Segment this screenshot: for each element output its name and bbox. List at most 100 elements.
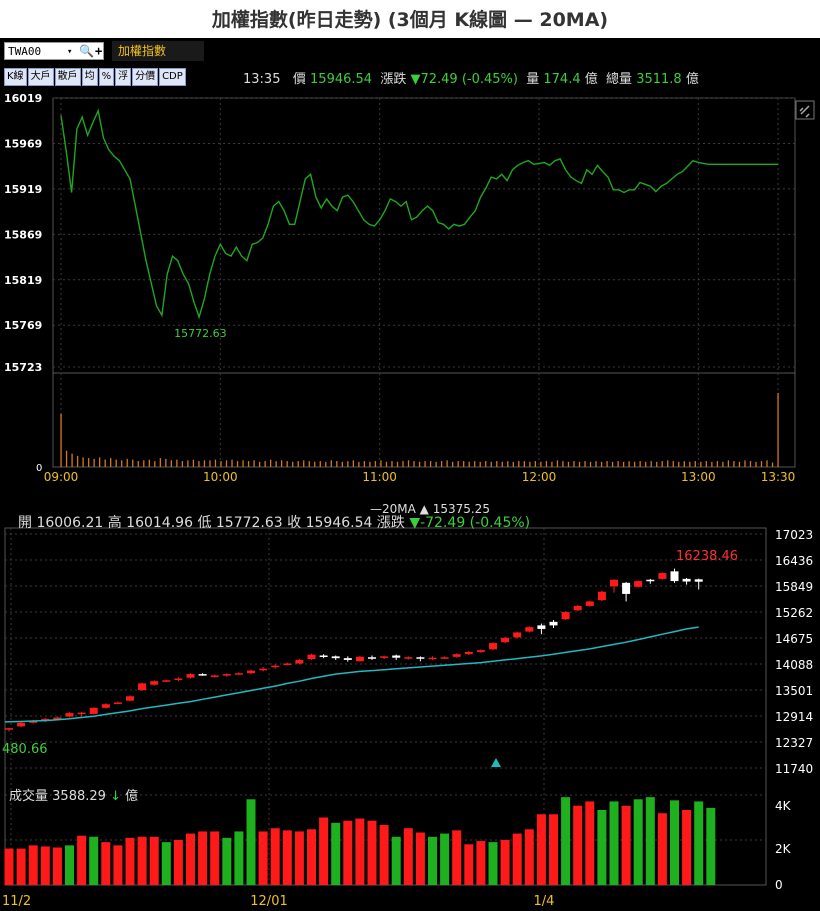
- candle-body: [271, 665, 280, 668]
- volume-bar: [567, 461, 570, 467]
- candle-body: [210, 675, 219, 677]
- candle-body: [646, 579, 655, 582]
- candle-body: [501, 637, 510, 643]
- volume-bar: [744, 460, 746, 467]
- y-tick-label: 15869: [4, 228, 42, 241]
- volume-bar: [341, 461, 343, 467]
- volume-bar: [396, 461, 399, 467]
- volume-bar: [727, 460, 730, 467]
- volume-bar: [391, 461, 393, 467]
- x-tick-label: 11:00: [362, 470, 397, 484]
- volume-bar: [308, 461, 310, 467]
- volume-bar: [457, 461, 459, 467]
- candle-body: [573, 605, 582, 611]
- kline-panel: 17023 16436 15849 15262 14675 14088 13501 12914…: [0, 490, 820, 911]
- volume-bar: [597, 810, 607, 885]
- candle-body: [537, 625, 546, 629]
- candle-body: [77, 712, 86, 715]
- volume-bar: [634, 461, 636, 467]
- volume-bar: [132, 459, 134, 467]
- volume-bar: [374, 461, 377, 467]
- volume-bar: [209, 460, 211, 467]
- candle-body: [162, 680, 171, 682]
- volume-bar: [589, 461, 592, 467]
- volume-bar: [766, 460, 768, 467]
- volume-bar: [523, 461, 525, 467]
- candle-body: [17, 722, 26, 727]
- volume-bar: [667, 460, 669, 467]
- y-tick-label: 12327: [775, 736, 813, 750]
- high-mark-label: 16238.46: [676, 549, 738, 564]
- candle-body: [622, 582, 631, 594]
- volume-bar: [121, 460, 123, 467]
- volume-bar: [485, 461, 487, 467]
- volume-bar: [275, 461, 277, 467]
- volume-bar: [633, 799, 643, 885]
- volume-bar: [617, 461, 619, 467]
- volume-bar: [319, 817, 329, 885]
- volume-bar: [700, 461, 702, 467]
- volume-bar: [689, 461, 691, 467]
- candle-body: [89, 707, 98, 714]
- volume-bar: [556, 460, 559, 467]
- volume-bar: [609, 801, 619, 885]
- volume-bar: [512, 461, 514, 467]
- volume-bar: [403, 828, 413, 885]
- candle-body: [416, 657, 425, 659]
- volume-bar: [573, 805, 583, 885]
- volume-bar: [99, 457, 101, 467]
- volume-bar: [28, 845, 38, 885]
- volume-bar: [76, 455, 79, 467]
- price-line: [60, 108, 778, 320]
- volume-bar: [52, 847, 62, 885]
- volume-bar: [231, 459, 233, 467]
- volume-bar: [303, 460, 305, 467]
- volume-bar: [683, 461, 685, 467]
- volume-bar: [4, 848, 14, 885]
- volume-bar: [463, 461, 465, 467]
- candle-body: [489, 643, 497, 650]
- volume-bar: [173, 840, 183, 885]
- down-arrow-icon: ↓: [110, 789, 121, 804]
- volume-bar: [236, 461, 239, 467]
- volume-bar: [755, 461, 757, 467]
- x-tick-label: 10:00: [203, 470, 238, 484]
- volume-bar: [101, 842, 111, 885]
- intraday-panel: TWA00 ▾ 🔍 + 加權指數 K線 大戶 散戶 均 % 浮 分價 CDP 1…: [0, 38, 820, 490]
- volume-bar: [682, 810, 692, 885]
- link-icon[interactable]: [795, 100, 815, 120]
- close-label: 收: [287, 515, 302, 531]
- intraday-chart: 16019 15969 15919 15869 15819 15769 15723 09:00…: [4, 92, 815, 484]
- candle-body: [476, 650, 485, 652]
- volume-bar: [694, 801, 704, 885]
- x-tick-label: 1/4: [534, 894, 555, 909]
- volume-bar: [369, 461, 371, 467]
- volume-bar: [292, 461, 294, 467]
- volume-bar: [760, 461, 763, 467]
- volume-bar: [738, 461, 741, 467]
- volume-bar: [264, 461, 266, 467]
- volume-bar: [716, 461, 719, 467]
- volume-bar: [65, 845, 74, 885]
- volume-bar: [363, 461, 366, 467]
- volume-bar: [628, 461, 630, 467]
- volume-bar: [137, 836, 147, 885]
- volume-bar: [561, 797, 571, 885]
- volume-bar: [474, 461, 476, 467]
- low-mark-label: 480.66: [2, 742, 48, 757]
- volume-bar: [536, 814, 546, 885]
- volume-bar: [415, 832, 425, 885]
- volume-bar: [440, 461, 443, 467]
- volume-bar: [198, 461, 200, 467]
- volume-bar: [507, 461, 509, 467]
- volume-bar: [297, 461, 299, 467]
- y-tick-label: 17023: [775, 528, 813, 542]
- y-tick-label: 15969: [4, 137, 42, 150]
- volume-bar: [210, 831, 220, 885]
- volume-bar: [672, 461, 674, 467]
- candle-body: [585, 601, 594, 606]
- x-tick-label: 09:00: [44, 470, 79, 484]
- candle-body: [525, 627, 534, 632]
- volume-bar: [258, 831, 268, 885]
- volume-bar: [181, 461, 184, 467]
